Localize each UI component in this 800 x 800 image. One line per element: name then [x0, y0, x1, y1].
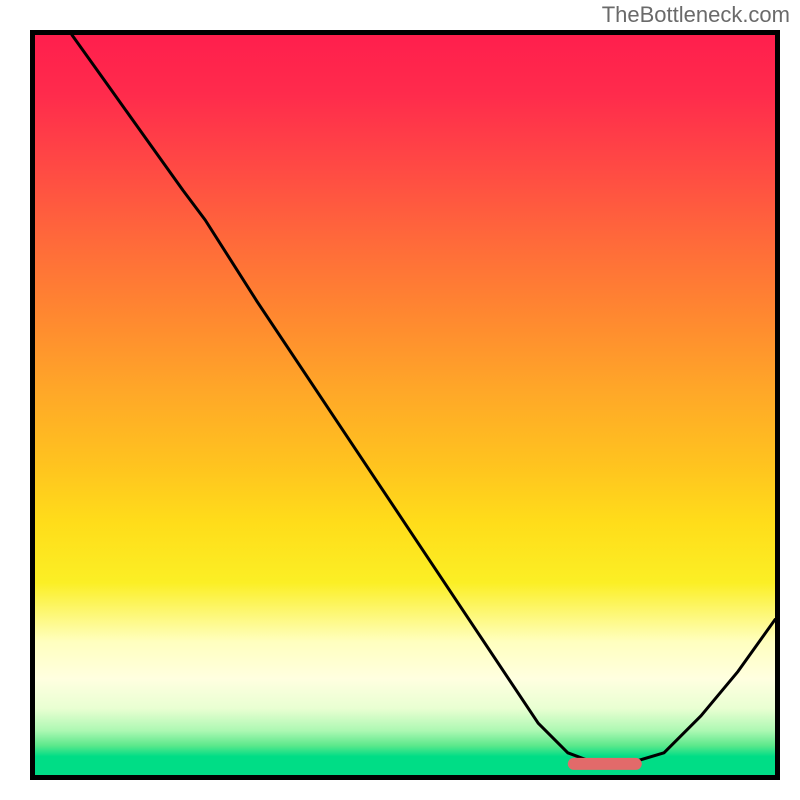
bottleneck-curve	[72, 35, 775, 764]
plot-area	[30, 30, 780, 780]
plot-overlay	[35, 35, 775, 775]
chart-container: TheBottleneck.com	[0, 0, 800, 800]
attribution-text: TheBottleneck.com	[602, 2, 790, 28]
optimal-marker	[568, 758, 642, 770]
